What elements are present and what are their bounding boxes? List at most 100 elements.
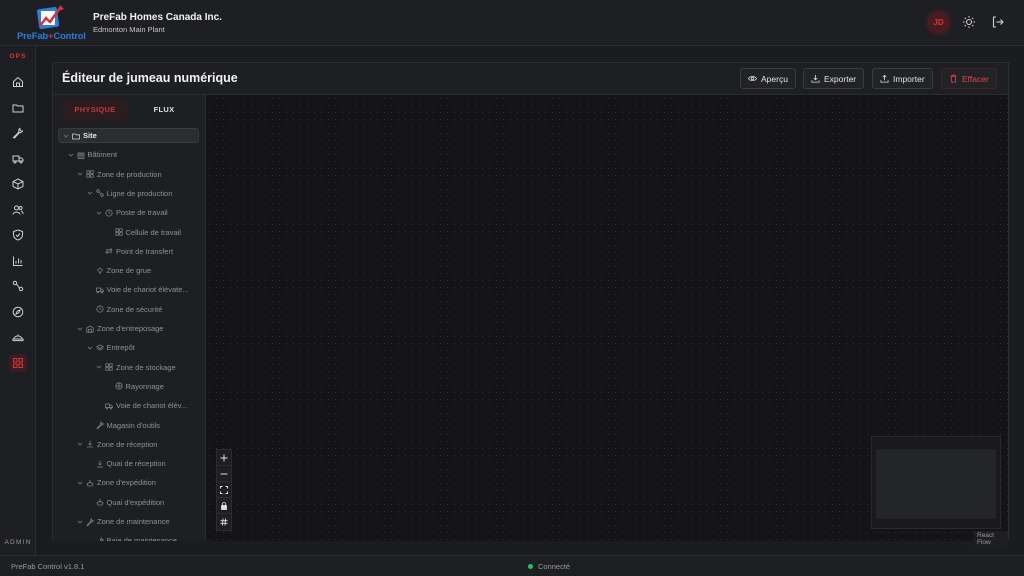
flow-canvas[interactable]: React Flow [205,95,1008,547]
truck-icon[interactable] [9,150,27,168]
tree-item[interactable]: Magasin d'outils [87,418,161,433]
zoom-in-button[interactable] [217,450,231,466]
tree-item[interactable]: Zone d'expédition [77,475,156,490]
tree-item[interactable]: Zone de sécurité [87,302,162,317]
tree-item-label: Rayonnage [125,381,164,391]
tree-item-label: Point de transfert [116,246,174,256]
tree-item[interactable]: Poste de travail [96,205,168,220]
tree-root-site[interactable]: Site [58,128,199,143]
chart-icon[interactable] [9,252,27,270]
minimap[interactable] [871,436,1001,529]
grid-icon[interactable] [9,354,27,372]
top-bar: PreFab+Control PreFab Homes Canada Inc. … [0,0,1024,46]
lock-button[interactable] [217,498,231,514]
tree-item[interactable]: Zone de maintenance [77,514,170,529]
compass-icon[interactable] [9,303,27,321]
tree-item[interactable]: Zone de stockage [96,360,176,375]
minus-icon [220,473,228,474]
chevron-down-icon[interactable] [77,171,83,177]
tree-item-label: Magasin d'outils [106,420,161,430]
chevron-down-icon[interactable] [68,152,74,158]
tree-item[interactable]: Quai de réception [87,456,166,471]
react-flow-attribution[interactable]: React Flow [974,531,1008,547]
avatar[interactable]: JD [928,12,949,33]
chevron-down-icon[interactable] [63,133,69,139]
tree-item[interactable]: Cellule de travail [106,225,181,240]
export-button[interactable]: Exporter [803,68,865,89]
tree-item[interactable]: Baie de maintenance [87,533,177,541]
tab-physique[interactable]: PHYSIQUE [62,98,128,120]
tree-item-label: Entrepôt [106,343,135,353]
chevron-down-icon[interactable] [87,345,93,351]
clock-icon [95,305,104,313]
app-version: PreFab Control v1.8.1 [11,562,85,571]
theme-toggle-icon[interactable] [962,15,976,29]
status-bar: PreFab Control v1.8.1 Connecté [0,555,1024,576]
hardhat-icon[interactable] [9,328,27,346]
shield-icon[interactable] [9,226,27,244]
chevron-down-icon[interactable] [77,326,83,332]
folder-icon[interactable] [9,99,27,117]
transfer-icon [105,247,113,255]
download-icon [86,440,94,448]
tree-panel: PHYSIQUE FLUX Site Bâtiment Zone de produc… [53,95,205,541]
box-icon[interactable] [9,175,27,193]
chevron-down-icon[interactable] [77,480,83,486]
zoom-out-button[interactable] [217,466,231,482]
tree-item[interactable]: Quai d'expédition [87,495,164,510]
logout-icon[interactable] [991,15,1005,29]
chevron-down-icon[interactable] [96,364,102,370]
chevron-down-icon[interactable] [77,441,83,447]
ship-icon [86,479,94,487]
tree-item[interactable]: Entrepôt [87,340,135,355]
tree-item[interactable]: Point de transfert [96,244,173,259]
tree-item[interactable]: Zone d'entreposage [77,321,163,336]
lock-icon [221,501,227,510]
chevron-down-icon[interactable] [96,210,102,216]
tree-item-label: Voie de chariot élév... [116,401,188,411]
clear-button[interactable]: Effacer [941,68,997,89]
tree-item[interactable]: Bâtiment [68,147,118,162]
tree-item[interactable]: Zone de production [77,167,162,182]
tree-item[interactable]: Zone de réception [77,437,157,452]
tree-item-label: Zone de grue [106,266,152,276]
clock-icon [105,209,113,217]
tree-item-label: Zone de maintenance [97,517,170,526]
home-icon[interactable] [9,73,27,91]
tree-item-label: Site [83,131,97,140]
tree-item-label: Cellule de travail [125,227,181,237]
hash-icon [220,518,228,526]
tree-item-label: Ligne de production [106,188,173,198]
tree-item-label: Bâtiment [87,150,118,160]
wrench-icon[interactable] [9,124,27,142]
grid-toggle-button[interactable] [217,514,231,530]
editor-panel: Éditeur de jumeau numérique Aperçu Expor… [52,62,1009,547]
tree-item[interactable]: Voie de chariot élév... [96,398,187,413]
users-icon[interactable] [9,201,27,219]
tree-item[interactable]: Rayonnage [106,379,164,394]
tab-flux[interactable]: FLUX [129,98,199,120]
preview-button[interactable]: Aperçu [740,68,796,89]
wrench-icon [95,421,104,429]
tree-item-label: Baie de maintenance [106,536,177,541]
chevron-down-icon[interactable] [77,519,83,525]
tree-item[interactable]: Zone de grue [87,263,152,278]
chevron-down-icon[interactable] [87,190,93,196]
crane-icon [96,267,104,275]
import-button[interactable]: Importer [872,68,933,89]
tree-item[interactable]: Voie de chariot élévate... [87,282,189,297]
tree-item[interactable]: Ligne de production [87,186,173,201]
upload-icon [880,74,889,83]
tree-item-label: Zone d'expédition [97,478,156,488]
tree-item-label: Poste de travail [116,208,168,218]
tree-item-label: Zone de stockage [116,362,176,372]
fit-view-button[interactable] [217,482,231,498]
zoom-controls [216,449,232,531]
workflow-icon[interactable] [9,277,27,295]
